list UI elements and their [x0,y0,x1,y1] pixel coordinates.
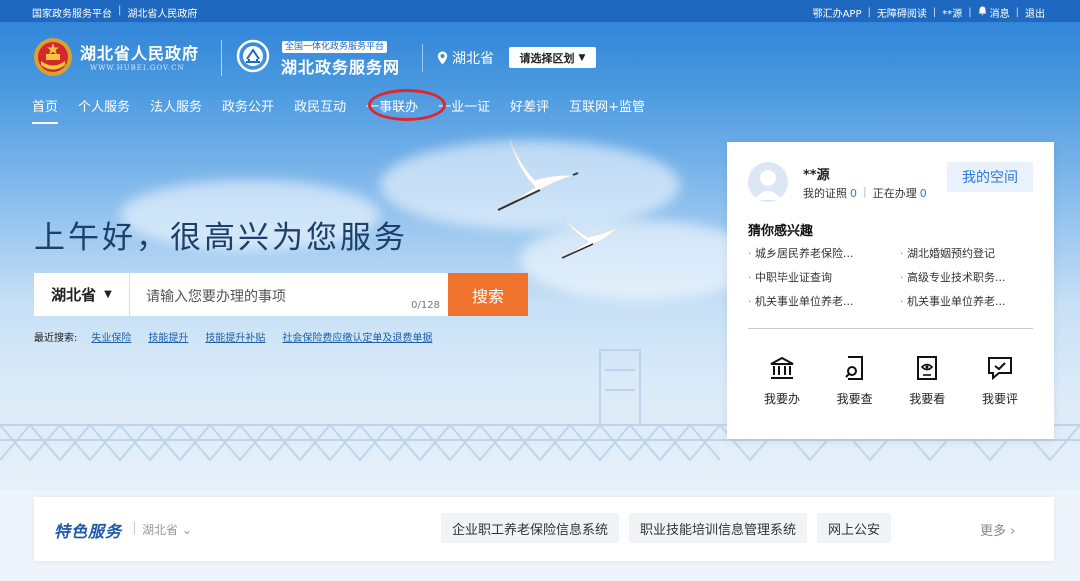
search-bar: 湖北省 ▼ 请输入您要办理的事项 0/128 搜索 [34,273,528,316]
interest-item[interactable]: 湖北婚姻预约登记 [900,245,1038,261]
link-messages[interactable]: 消息 [990,5,1010,20]
nav-interaction[interactable]: 政民互动 [284,93,356,118]
interest-title: 猜你感兴趣 [748,224,814,239]
search-button[interactable]: 搜索 [448,273,528,316]
hall-title[interactable]: 湖北政务服务网 [281,54,400,78]
caret-down-icon: ▼ [104,289,112,300]
chevron-down-icon: ⌄ [181,523,192,537]
special-services-title: 特色服务 [54,522,123,541]
crane-bird-icon [561,216,619,259]
doing-link[interactable]: 正在办理 0 [873,185,927,201]
more-link[interactable]: 更多 › [980,520,1015,539]
action-handle[interactable]: 我要办 [751,355,813,407]
platform-badge: 全国一体化政务服务平台 [282,41,388,53]
action-view[interactable]: 我要看 [896,355,958,407]
search-input[interactable]: 请输入您要办理的事项 0/128 [130,273,448,316]
recent-label: 最近搜索: [34,333,78,344]
service-tag[interactable]: 网上公安 [817,513,892,543]
cert-link[interactable]: 我的证照 0 [803,185,857,201]
nav-supervision[interactable]: 互联网+监管 [559,93,655,118]
user-avatar-icon [754,170,782,200]
site-header: 湖北省人民政府 WWW.HUBEI.GOV.CN 全国一体化政务服务平台 湖北政… [0,22,1080,84]
search-region-label: 湖北省 [51,286,97,304]
current-location: 湖北省 [437,48,494,68]
action-label: 我要办 [763,392,800,406]
service-hall-logo-icon[interactable] [236,39,270,73]
interest-item[interactable]: 高级专业技术职务... [900,269,1038,285]
recent-search-link[interactable]: 技能提升补贴 [205,329,265,344]
interest-list: 城乡居民养老保险... 湖北婚姻预约登记 中职毕业证查询 高级专业技术职务...… [748,245,1038,309]
highlight-ring [368,89,446,121]
gov-title[interactable]: 湖北省人民政府 [80,40,199,64]
nav-legal-entity[interactable]: 法人服务 [140,93,212,118]
service-tag[interactable]: 企业职工养老保险信息系统 [441,513,620,543]
divider [221,40,222,76]
recent-search-link[interactable]: 社会保险费应缴认定单及退费单据 [282,329,432,344]
special-services-bar: 特色服务 湖北省 ⌄ 企业职工养老保险信息系统 职业技能培训信息管理系统 网上公… [34,497,1054,561]
nav-personal[interactable]: 个人服务 [68,93,140,118]
search-doc-icon [844,356,863,380]
link-national-platform[interactable]: 国家政务服务平台 [32,5,112,20]
action-label: 我要查 [836,392,873,406]
special-region-select[interactable]: 湖北省 ⌄ [142,521,192,538]
divider [422,44,423,72]
user-stats: 我的证照 0 | 正在办理 0 [803,185,927,201]
eye-doc-icon [917,356,938,380]
bell-icon [978,6,987,19]
more-label: 更多 [980,524,1007,539]
service-tag[interactable]: 职业技能培训信息管理系统 [629,513,808,543]
location-text: 湖北省 [452,51,494,67]
interest-item[interactable]: 机关事业单位养老... [748,293,900,309]
caret-down-icon: ▼ [578,52,586,63]
user-card: **源 我的证照0 | 正在办理0 我的空间 猜你感兴趣 城乡居民养老保险...… [727,142,1054,439]
action-rate[interactable]: 我要评 [969,355,1031,407]
link-hubei-gov[interactable]: 湖北省人民政府 [127,5,197,20]
special-services-tags: 企业职工养老保险信息系统 职业技能培训信息管理系统 网上公安 [441,513,892,543]
cert-count: 0 [850,187,857,200]
recent-searches: 最近搜索: 失业保险 技能提升 技能提升补贴 社会保险费应缴认定单及退费单据 [34,329,449,344]
link-logout[interactable]: 退出 [1025,5,1045,20]
topbar-username[interactable]: **源 [942,5,962,20]
crane-bird-icon [497,139,579,211]
national-emblem-icon[interactable] [33,37,73,77]
char-counter: 0/128 [411,300,440,311]
nav-home[interactable]: 首页 [22,93,68,124]
chevron-right-icon: › [1010,524,1016,539]
main-nav: 首页 个人服务 法人服务 政务公开 政民互动 一事联办 一业一证 好差评 互联网… [22,93,655,124]
interest-item[interactable]: 中职毕业证查询 [748,269,900,285]
divider [748,328,1033,329]
action-label: 我要评 [981,392,1018,406]
special-region-label: 湖北省 [142,523,179,537]
location-pin-icon [437,51,448,65]
search-placeholder: 请输入您要办理的事项 [146,289,286,305]
region-select-label: 请选择区划 [519,51,575,65]
doing-label: 正在办理 [872,187,917,200]
building-icon [770,356,794,379]
nav-rating[interactable]: 好差评 [500,93,559,118]
my-space-button[interactable]: 我的空间 [947,162,1033,192]
user-name: **源 [803,168,830,183]
gov-url: WWW.HUBEI.GOV.CN [90,64,185,72]
search-region-select[interactable]: 湖北省 ▼ [34,273,130,316]
nav-gov-affairs[interactable]: 政务公开 [212,93,284,118]
comment-check-icon [987,357,1012,381]
action-label: 我要看 [909,392,946,406]
quick-actions: 我要办 我要查 我要看 我要评 [751,355,1031,407]
cloud [520,220,760,300]
interest-item[interactable]: 城乡居民养老保险... [748,245,900,261]
recent-search-link[interactable]: 技能提升 [148,329,188,344]
cert-label: 我的证照 [803,187,847,200]
recent-search-link[interactable]: 失业保险 [91,329,131,344]
region-select-button[interactable]: 请选择区划 ▼ [509,47,596,68]
link-accessibility[interactable]: 无障碍阅读 [877,5,927,20]
divider [134,521,135,535]
greeting-text: 上午好，很高兴为您服务 [34,220,408,256]
link-app[interactable]: 鄂汇办APP [813,5,862,20]
action-query[interactable]: 我要查 [824,355,886,407]
interest-item[interactable]: 机关事业单位养老... [900,293,1038,309]
top-utility-bar: 国家政务服务平台 | 湖北省人民政府 鄂汇办APP | 无障碍阅读 | **源 … [0,0,1080,22]
avatar[interactable] [748,162,788,202]
doing-count: 0 [919,187,927,200]
